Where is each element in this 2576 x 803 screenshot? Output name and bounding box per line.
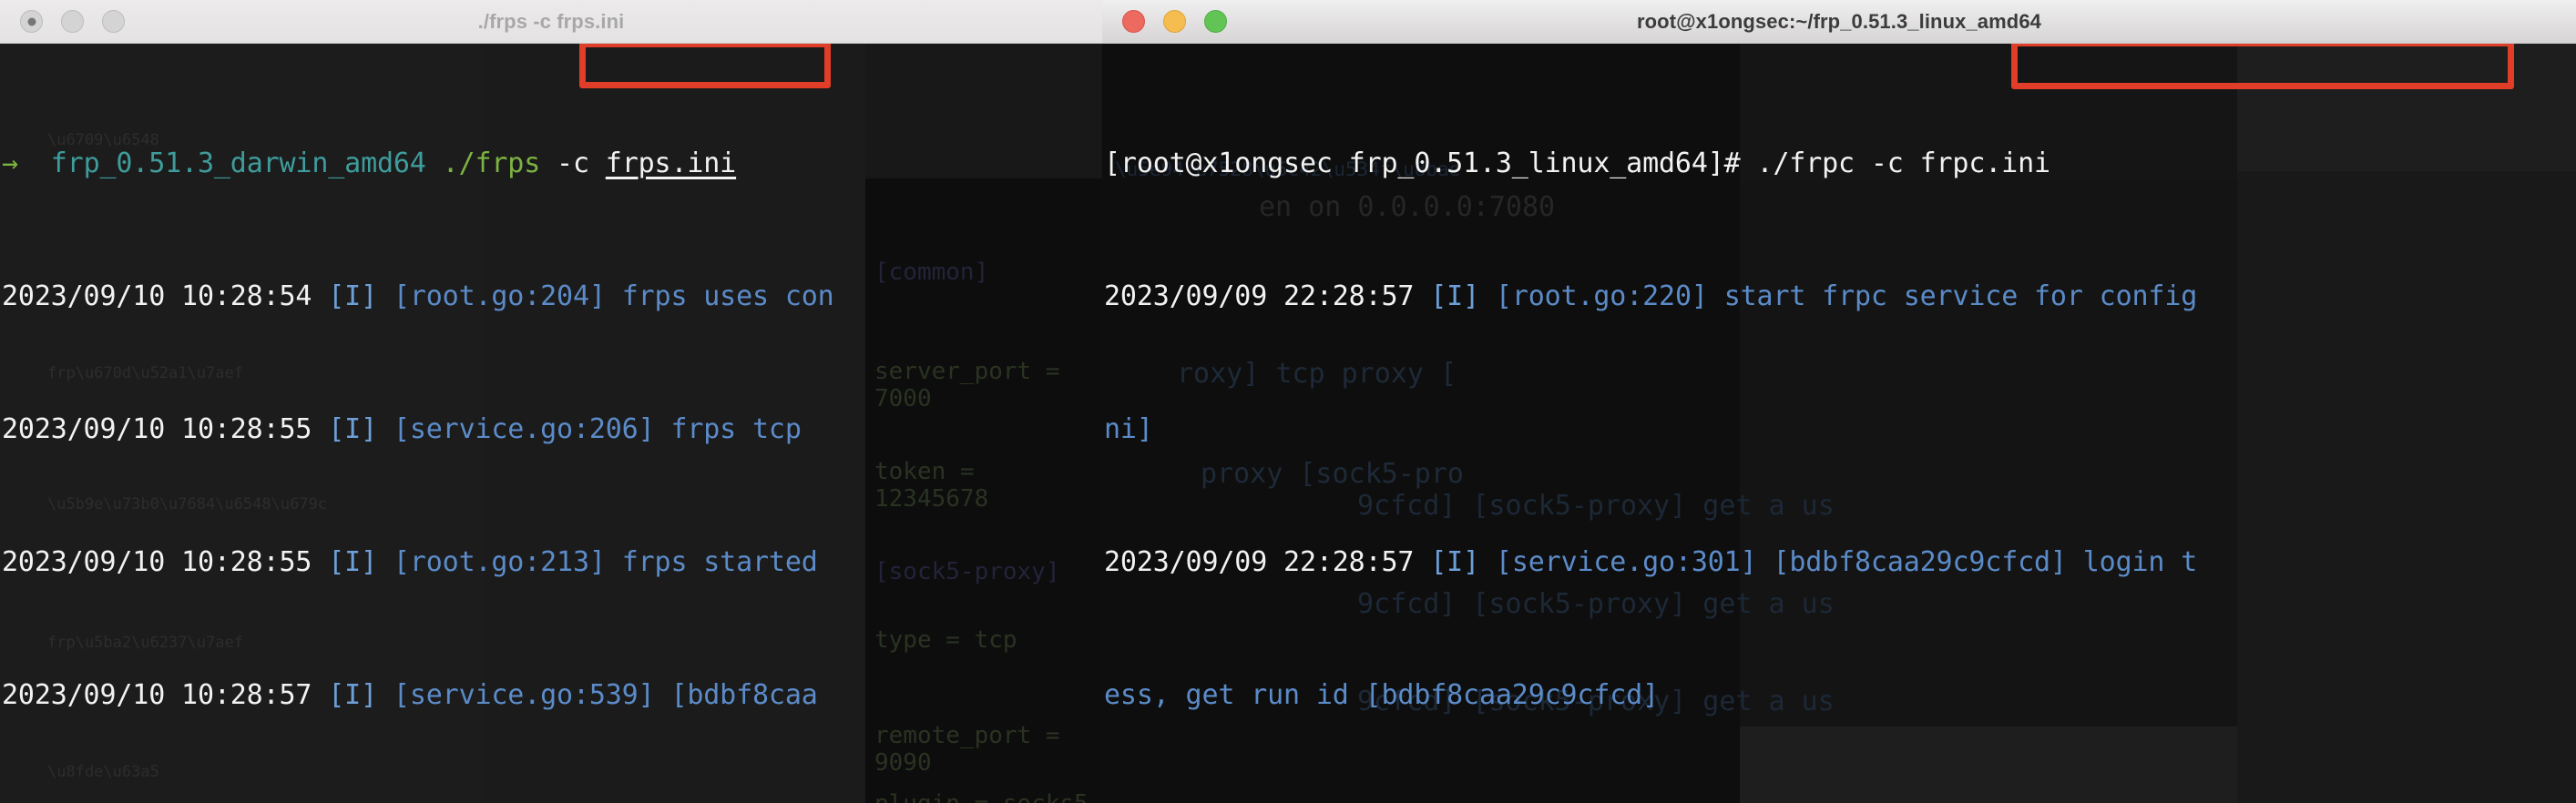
log-level: [I] [328,678,377,711]
minimize-button[interactable] [61,10,84,33]
prompt-line: → frp_0.51.3_darwin_amd64 ./frps -c frps… [2,147,1102,181]
right-window-title: root@x1ongsec:~/frp_0.51.3_linux_amd64 [1636,10,2042,33]
log-message: [bdbf8caa29c9cfcd] login t [1773,545,2198,578]
prompt-directory: frp_0.51.3_darwin_amd64 [50,147,426,179]
log-level: [I] [1430,545,1479,578]
log-message: start frpc service for config [1723,280,2198,312]
log-source: [service.go:206] [393,412,655,445]
log-level: [I] [328,545,377,578]
left-terminal-output: → frp_0.51.3_darwin_amd64 ./frps -c frps… [0,44,1102,803]
left-terminal-body[interactable]: \u6709\u6548 frp\u670d\u52a1\u7aef \u5b9… [0,44,1102,803]
right-terminal-window[interactable]: root@x1ongsec:~/frp_0.51.3_linux_amd64 e… [1102,0,2576,803]
minimize-button[interactable] [1163,10,1186,33]
log-message: frps started [621,545,818,578]
close-button[interactable] [20,10,43,33]
log-message: ess, get run id [bdbf8caa29c9cfcd] [1104,678,1659,711]
log-message: ni] [1104,412,1153,445]
log-line: 2023/09/10 10:28:55 [I] [root.go:213] fr… [2,546,1102,580]
log-timestamp: 2023/09/09 22:28:57 [1104,545,1415,578]
zoom-button[interactable] [102,10,125,33]
log-level: [I] [328,280,377,312]
right-window-titlebar[interactable]: root@x1ongsec:~/frp_0.51.3_linux_amd64 [1102,0,2576,44]
right-window-controls[interactable] [1102,10,1227,33]
log-source: [root.go:220] [1495,280,1708,312]
prompt-command: ./frpc -c frpc.ini [1756,147,2050,179]
log-line-wrap: ess, get run id [bdbf8caa29c9cfcd] [1104,679,2576,713]
prompt-flag: -c [557,147,589,179]
prompt-config-arg: frps.ini [605,147,737,179]
log-source: [service.go:539] [393,678,655,711]
shell-prompt: [root@x1ongsec frp_0.51.3_linux_amd64]# [1104,147,1741,179]
prompt-command: ./frps [442,147,541,179]
log-line-wrap: ni] [1104,413,2576,447]
log-line: 2023/09/09 22:28:57 [I] [root.go:220] st… [1104,280,2576,314]
log-timestamp: 2023/09/10 10:28:54 [2,280,312,312]
left-window-titlebar[interactable]: ./frps -c frps.ini [0,0,1102,44]
log-line: 2023/09/09 22:28:57 [I] [service.go:301]… [1104,546,2576,580]
log-timestamp: 2023/09/10 10:28:57 [2,678,312,711]
log-source: [root.go:213] [393,545,606,578]
right-terminal-output: [root@x1ongsec frp_0.51.3_linux_amd64]# … [1102,44,2576,803]
zoom-button[interactable] [1204,10,1227,33]
left-terminal-window[interactable]: ./frps -c frps.ini \u6709\u6548 frp\u670… [0,0,1102,803]
prompt-arrow-icon: → [2,147,18,179]
log-message: frps tcp [670,412,818,445]
log-line: 2023/09/10 10:28:55 [I] [service.go:206]… [2,413,1102,447]
prompt-line: [root@x1ongsec frp_0.51.3_linux_amd64]# … [1104,147,2576,181]
log-message: frps uses con [621,280,834,312]
log-timestamp: 2023/09/09 22:28:57 [1104,280,1415,312]
log-timestamp: 2023/09/10 10:28:55 [2,412,312,445]
log-source: [service.go:301] [1495,545,1757,578]
log-line: 2023/09/10 10:28:54 [I] [root.go:204] fr… [2,280,1102,314]
log-message: [bdbf8caa [670,678,818,711]
screenshot-root: ./frps -c frps.ini \u6709\u6548 frp\u670… [0,0,2576,803]
log-timestamp: 2023/09/10 10:28:55 [2,545,312,578]
log-level: [I] [328,412,377,445]
left-window-title: ./frps -c frps.ini [477,10,625,33]
left-window-controls[interactable] [0,10,125,33]
close-button[interactable] [1122,10,1145,33]
log-line: 2023/09/10 10:28:57 [I] [service.go:539]… [2,679,1102,713]
log-level: [I] [1430,280,1479,312]
log-source: [root.go:204] [393,280,606,312]
right-terminal-body[interactable]: en on 0.0.0.0:7080 roxy] tcp proxy [ pro… [1102,44,2576,803]
